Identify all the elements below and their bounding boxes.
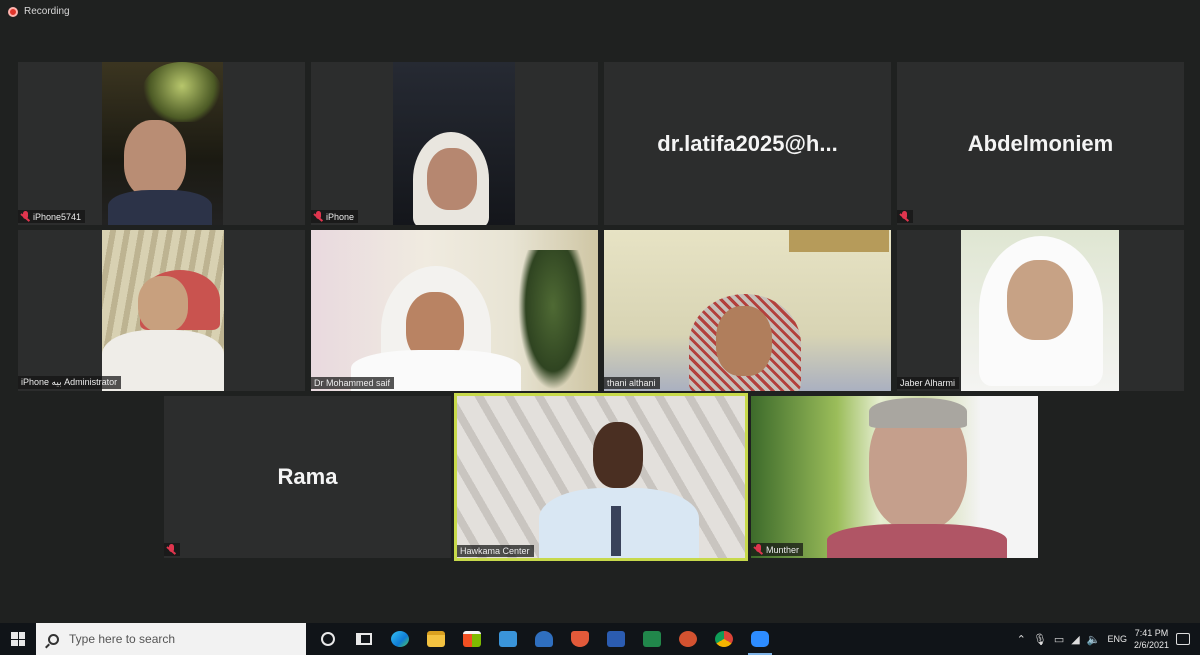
participant-name-bar: iPhone5741 [18,210,86,223]
recording-label: Recording [24,6,70,17]
mic-muted-icon [754,544,763,555]
participant-tile-latifa[interactable]: dr.latifa2025@h... [604,62,891,225]
chevron-up-icon[interactable]: ⌃ [1017,633,1026,646]
shield-app-icon[interactable] [562,623,598,655]
clock-date: 2/6/2021 [1133,640,1169,650]
participant-display-name: Abdelmoniem [967,130,1114,156]
participant-video [393,62,515,225]
participant-name-bar: Jaber Alharmi [897,377,960,389]
search-icon [48,633,59,645]
store-icon[interactable] [454,623,490,655]
file-explorer-icon[interactable] [418,623,454,655]
participant-video [751,396,1038,558]
participant-tile-rama[interactable]: Rama [164,396,451,558]
participant-name-bar: Dr Mohammed saif [311,377,395,389]
word-icon[interactable] [598,623,634,655]
battery-icon[interactable]: ▭ [1054,633,1064,646]
participant-video [457,396,745,558]
mic-muted-icon [21,211,30,222]
powerpoint-icon[interactable] [670,623,706,655]
participant-tile-hawkama-center[interactable]: Hawkama Center [454,393,748,561]
participant-display-name: dr.latifa2025@h... [657,130,838,156]
recording-indicator: Recording [8,6,70,17]
microphone-icon[interactable]: 🎙 [1033,633,1047,646]
recording-dot-icon [8,6,18,17]
participant-name: iPhone5741 [33,211,82,222]
clock-time: 7:41 PM [1134,628,1169,638]
search-placeholder: Type here to search [69,632,176,646]
participant-name: iPhone بيه Administrator [21,377,118,387]
participant-name: iPhone [326,211,355,222]
participant-name: Dr Mohammed saif [314,378,391,388]
participant-video [604,230,891,391]
participant-video [311,230,598,391]
system-tray: ⌃ 🎙 ▭ ◢ 🔈 ENG 7:41 PM 2/6/2021 [1017,627,1200,651]
participant-name: Hawkama Center [460,546,530,556]
task-view-icon[interactable] [346,623,382,655]
zoom-icon[interactable] [742,623,778,655]
windows-logo-icon [11,632,25,646]
participant-tile-iphone[interactable]: iPhone [311,62,598,225]
participant-tile-iphone5741[interactable]: iPhone5741 [18,62,305,225]
chrome-icon[interactable] [706,623,742,655]
participant-video [102,62,223,225]
participant-display-name: Rama [277,464,338,489]
mic-muted-icon [167,544,176,555]
participant-tile-munther[interactable]: Munther [751,396,1038,558]
people-icon[interactable] [526,623,562,655]
participant-name-bar [897,210,913,223]
participant-name-bar: iPhone [311,210,359,223]
language-indicator[interactable]: ENG [1107,634,1127,644]
participant-name: thani althani [607,378,656,388]
participant-name: Jaber Alharmi [900,378,956,388]
participant-name: Munther [766,544,800,555]
mic-muted-icon [314,211,323,222]
participant-name-bar: Munther [751,543,804,556]
mail-icon[interactable] [490,623,526,655]
participant-name-bar: Hawkama Center [457,545,534,557]
participant-name-bar: iPhone بيه Administrator [18,376,122,389]
participant-tile-jaber-alharmi[interactable]: Jaber Alharmi [897,230,1184,391]
taskbar-clock[interactable]: 7:41 PM 2/6/2021 [1134,627,1169,651]
participant-name-bar: thani althani [604,377,660,389]
taskbar-search-box[interactable]: Type here to search [36,623,306,655]
taskbar-app-list [310,623,778,655]
participant-tile-thani-althani[interactable]: thani althani [604,230,891,391]
participant-tile-mohammed-saif[interactable]: Dr Mohammed saif [311,230,598,391]
notification-center-icon[interactable] [1176,633,1190,645]
windows-taskbar: Type here to search ⌃ 🎙 ▭ ◢ 🔈 ENG 7:41 P… [0,623,1200,655]
excel-icon[interactable] [634,623,670,655]
mic-muted-icon [900,211,909,222]
volume-icon[interactable]: 🔈 [1087,633,1101,646]
start-button[interactable] [0,623,36,655]
participant-tile-abdelmoniem[interactable]: Abdelmoniem [897,62,1184,225]
participant-video [102,230,224,391]
participant-video [961,230,1119,391]
participant-tile-administrator[interactable]: iPhone بيه Administrator [18,230,305,391]
wifi-icon[interactable]: ◢ [1071,633,1079,646]
participant-name-bar [164,543,180,556]
edge-icon[interactable] [382,623,418,655]
cortana-icon[interactable] [310,623,346,655]
